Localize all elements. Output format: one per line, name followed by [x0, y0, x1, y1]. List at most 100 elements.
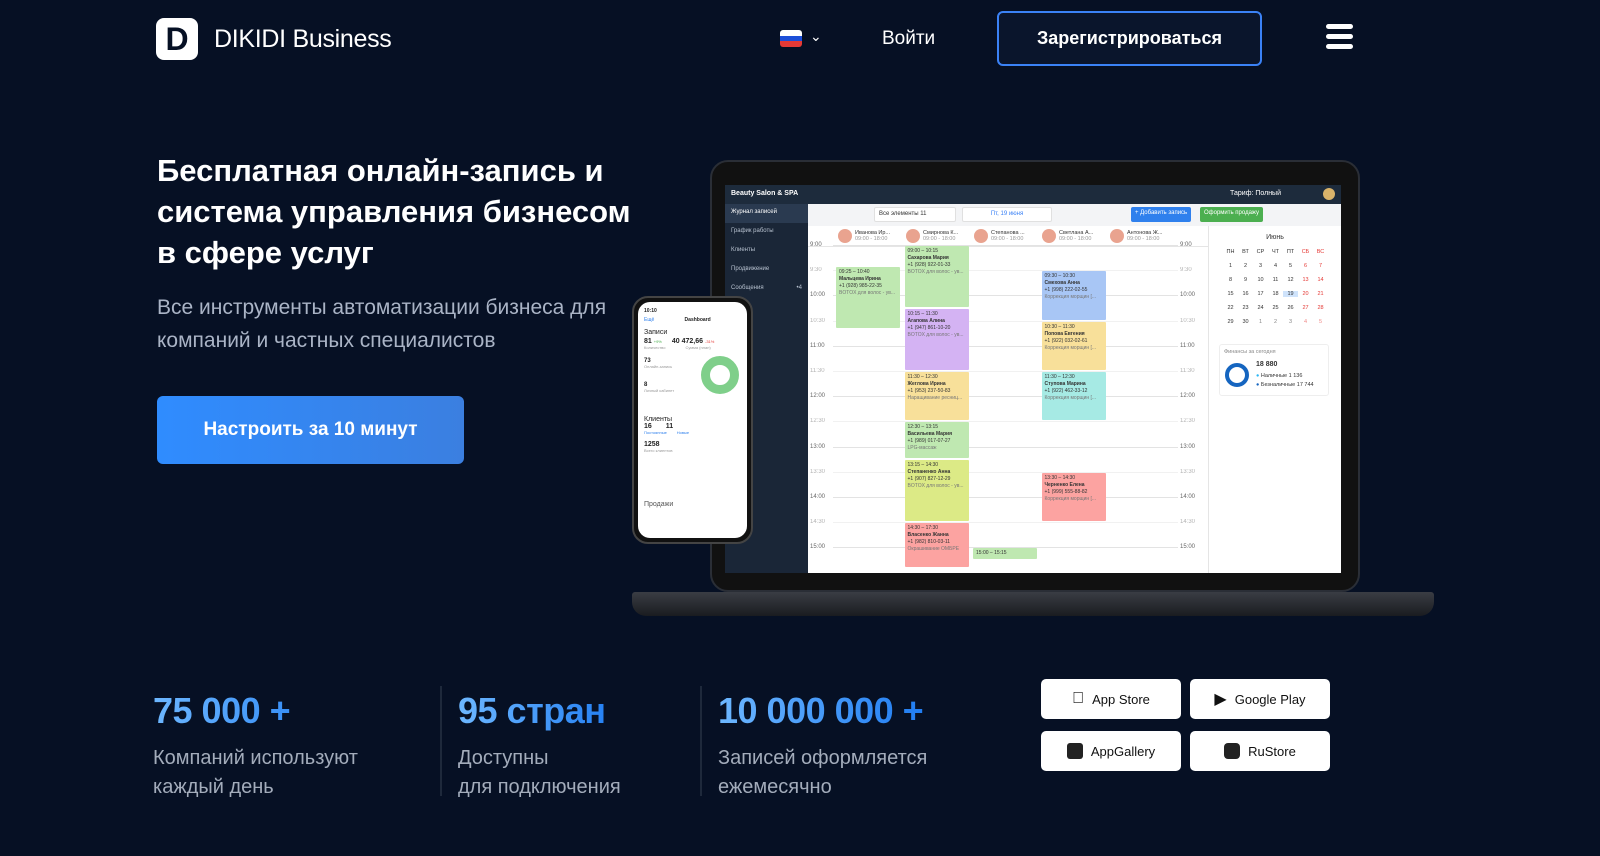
staff-member: Иванова Ир... 09:00 - 18:00 — [838, 229, 890, 243]
grid-line — [833, 345, 1178, 347]
setup-button[interactable]: Настроить за 10 минут — [157, 396, 464, 464]
staff-member: Степанова ... 09:00 - 18:00 — [974, 229, 1025, 243]
rustore-icon — [1224, 743, 1241, 759]
avatar — [1323, 188, 1335, 200]
time-label: 12:00 — [1180, 393, 1196, 400]
logo-icon[interactable]: D — [156, 18, 198, 60]
appointment: 15:00 – 15:15 — [973, 548, 1037, 559]
finance-title: Финансы за сегодня — [1224, 349, 1276, 355]
calendar-day: 5 — [1318, 319, 1323, 325]
staff-member: Смирнова К... 09:00 - 18:00 — [906, 229, 958, 243]
phone-mockup: 10:10 Ещё Dashboard Записи 81 +9% 40 472,6… — [632, 296, 753, 544]
appointment: 14:30 – 17:30 Власенко Жанна +1 (982) 810-… — [904, 523, 969, 567]
time-label: 12:30 — [810, 418, 826, 425]
time-label: 10:00 — [1180, 292, 1196, 299]
rustore-button[interactable]: RuStore — [1190, 731, 1330, 771]
app-topbar: Beauty Salon & SPA Тариф: Полный — [725, 185, 1341, 204]
time-label: 14:30 — [1180, 519, 1196, 526]
google-play-button[interactable]: ▶ Google Play — [1190, 679, 1330, 719]
sidebar-item: Продвижение — [731, 266, 770, 272]
calendar-day: 13 — [1302, 277, 1309, 283]
time-label: 10:30 — [810, 317, 826, 324]
time-label: 13:00 — [1180, 443, 1196, 450]
phone-count: 81 +9% — [644, 338, 662, 345]
calendar-day: 1 — [1258, 319, 1263, 325]
phone-back: Ещё — [644, 317, 655, 323]
menu-icon[interactable] — [1326, 24, 1353, 54]
calendar-day: 27 — [1302, 305, 1309, 311]
appointment: 12:30 – 13:15 Васильева Мария +1 (989) 017… — [904, 422, 969, 459]
right-panel: Июнь ПН ВТ СР ЧТ ПТ СБ ВС 1 2 3 4 5 6 7 8 9 10 11 12 13 14 15… — [1208, 226, 1341, 573]
calendar-day: 2 — [1243, 263, 1248, 269]
time-label: 9:00 — [810, 242, 822, 248]
finance-card: Финансы за сегодня 18 880 ● Наличные 1 1… — [1219, 344, 1329, 396]
sale-button: Оформить продажу — [1200, 207, 1264, 222]
calendar-day: 29 — [1227, 319, 1234, 325]
phone-screen: 10:10 Ещё Dashboard Записи 81 +9% 40 472,6… — [638, 302, 747, 538]
calendar-day: 23 — [1242, 305, 1249, 311]
weekday: ВС — [1316, 249, 1325, 255]
russian-flag-icon[interactable] — [780, 30, 802, 47]
app-store-button[interactable]: App Store — [1041, 679, 1181, 719]
hero-title: Бесплатная онлайн-запись и система управ… — [157, 153, 631, 270]
hero-subtitle: Все инструменты автоматизации бизнеса дл… — [157, 296, 607, 352]
phone-records-title: Записи — [644, 329, 668, 336]
time-label: 9:30 — [1180, 267, 1192, 274]
appointment: 10:15 – 11:30 Агапова Алина +1 (947) 861-1… — [904, 309, 969, 370]
time-label: 10:00 — [810, 292, 826, 299]
time-label: 15:00 — [810, 544, 826, 551]
phone-total: 1258 — [644, 441, 660, 448]
app-screenshot: Beauty Salon & SPA Тариф: Полный Журнал … — [725, 185, 1341, 573]
finance-cash: ● Наличные 1 136 — [1256, 373, 1303, 379]
calendar-day: 3 — [1258, 263, 1263, 269]
phone-title: Dashboard — [684, 317, 711, 323]
stat-companies: 75 000 + Компаний используют каждый день — [153, 690, 358, 798]
calendar-day: 4 — [1273, 263, 1278, 269]
google-play-icon: ▶ — [1214, 691, 1227, 708]
sidebar-item: Клиенты — [731, 247, 756, 253]
brand-name[interactable]: DIKIDI Business — [214, 25, 392, 54]
time-label: 15:00 — [1180, 544, 1196, 551]
calendar-day: 24 — [1257, 305, 1264, 311]
time-label: 14:30 — [810, 519, 826, 526]
register-button[interactable]: Зарегистрироваться — [997, 11, 1262, 66]
tariff: Тариф: Полный — [1230, 190, 1281, 197]
phone-donut — [701, 356, 739, 394]
login-link[interactable]: Войти — [882, 28, 935, 50]
add-record-button: + Добавить запись — [1131, 207, 1192, 222]
laptop-base — [632, 592, 1434, 616]
phone-sum: 40 472,66 -31% — [671, 338, 715, 345]
appointment: 09:00 – 10:15 Сахарова Мария +1 (928) 922-… — [904, 246, 969, 307]
weekday: ВТ — [1242, 249, 1249, 255]
time-label: 13:30 — [810, 468, 826, 475]
calendar-day: 19 — [1283, 291, 1298, 297]
phone-clients-title: Клиенты — [644, 416, 673, 423]
appointment: 09:30 – 10:30 Смехова Анна +1 (998) 222-02… — [1041, 271, 1106, 320]
calendar-day: 3 — [1288, 319, 1293, 325]
appointment: 13:30 – 14:30 Черненко Елена +1 (999) 555-… — [1041, 472, 1106, 522]
huawei-icon — [1066, 743, 1083, 759]
phone-time: 10:10 — [644, 308, 657, 314]
grid-line — [833, 421, 1178, 423]
calendar-day: 5 — [1288, 263, 1293, 269]
calendar-day: 2 — [1273, 319, 1278, 325]
grid-line — [833, 471, 1178, 473]
calendar-day: 28 — [1317, 305, 1324, 311]
chevron-down-icon[interactable]: ⌄ — [810, 28, 822, 45]
appgallery-button[interactable]: AppGallery — [1041, 731, 1181, 771]
calendar-day: 8 — [1228, 277, 1233, 283]
appointment: 10:30 – 11:30 Попова Евгения +1 (922) 032-… — [1041, 321, 1106, 370]
stat-countries: 95 стран Доступны для подключения — [458, 690, 621, 798]
time-label: 13:30 — [1180, 468, 1196, 475]
time-label: 13:00 — [810, 443, 826, 450]
weekday: ПН — [1226, 249, 1235, 255]
weekday: СБ — [1301, 249, 1310, 255]
calendar-day: 21 — [1317, 291, 1324, 297]
phone-online: 73 Онлайн-запись — [644, 358, 673, 369]
calendar-day: 11 — [1272, 277, 1279, 283]
calendar-day: 25 — [1272, 305, 1279, 311]
staff-avatar — [1042, 229, 1056, 243]
time-label: 14:00 — [810, 494, 826, 500]
staff-member: Светлана А... 09:00 - 18:00 — [1042, 229, 1093, 243]
finance-card-amount: ● Безналичные 17 744 — [1256, 382, 1314, 388]
